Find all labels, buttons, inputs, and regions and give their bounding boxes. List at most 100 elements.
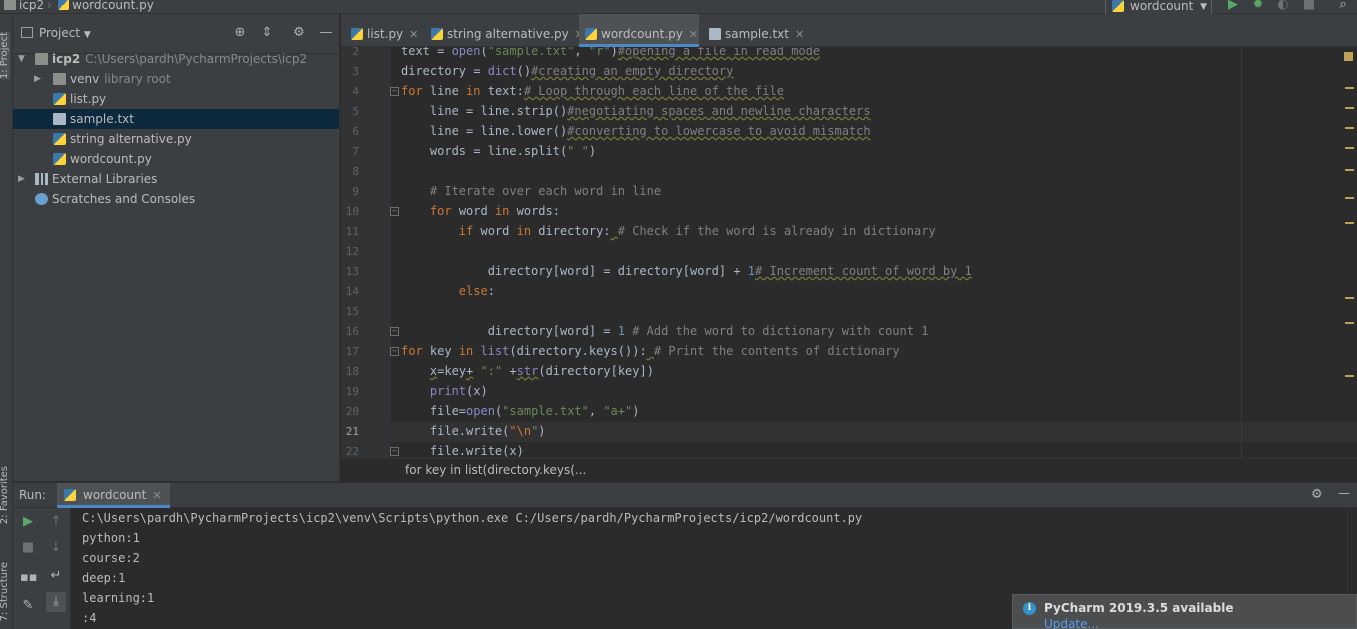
chevron-down-icon: ▼ (18, 54, 25, 64)
warning-mark[interactable] (1345, 222, 1354, 224)
collapse-all-icon[interactable]: ⇕ (259, 25, 275, 40)
console-line: :4 (82, 611, 97, 625)
warning-mark[interactable] (1345, 87, 1354, 89)
line-number: 2 (352, 47, 359, 58)
locate-icon[interactable]: ⊕ (232, 25, 248, 40)
run-configuration-select[interactable]: wordcount ▼ (1105, 0, 1212, 15)
venv-label: venv (70, 72, 100, 86)
hide-panel-icon[interactable]: — (1338, 486, 1350, 500)
fold-marker[interactable]: − (390, 347, 399, 356)
line-number: 18 (345, 365, 359, 378)
close-icon[interactable]: ✕ (409, 28, 418, 41)
tool-tab-favorites[interactable]: 2: Favorites (0, 466, 10, 524)
tree-item-external-libraries[interactable]: ▶ External Libraries (13, 169, 339, 189)
stop-icon[interactable]: ■ (20, 540, 36, 556)
navigation-bar: icp2 › wordcount.py wordcount ▼ ▶ ✹ ◐ ■ … (0, 0, 1357, 15)
warning-mark[interactable] (1345, 147, 1354, 149)
tab-list-py[interactable]: list.py ✕ (345, 14, 418, 47)
run-panel-header: Run: wordcount ✕ ⚙ — (13, 482, 1357, 508)
tab-sample-txt[interactable]: sample.txt ✕ (703, 14, 804, 47)
code-line: directory[word] = directory[word] + 1# I… (401, 264, 972, 278)
gear-icon[interactable]: ⚙ (1311, 487, 1323, 502)
breadcrumb-project[interactable]: icp2 (4, 0, 44, 12)
coverage-icon[interactable]: ◐ (1275, 0, 1291, 13)
update-link[interactable]: Update... (1044, 617, 1099, 629)
line-number: 9 (352, 185, 359, 198)
fold-marker[interactable]: − (390, 207, 399, 216)
python-file-icon (58, 0, 69, 10)
tree-item-venv[interactable]: ▶ venv library root (13, 69, 339, 89)
fold-marker[interactable]: − (390, 327, 399, 336)
run-icon[interactable]: ▶ (1225, 0, 1241, 13)
gear-icon[interactable]: ⚙ (291, 25, 307, 40)
warning-mark[interactable] (1345, 107, 1354, 109)
text-file-icon (709, 28, 721, 40)
project-view-select[interactable]: Project ▼ (39, 26, 91, 40)
tree-item-scratches[interactable]: Scratches and Consoles (13, 189, 339, 209)
close-icon[interactable]: ✕ (152, 489, 161, 502)
root-path: C:\Users\pardh\PycharmProjects\icp2 (85, 52, 308, 66)
line-number: 22 (345, 445, 359, 458)
line-number: 16 (345, 325, 359, 338)
run-tab-wordcount[interactable]: wordcount ✕ (57, 483, 170, 508)
close-icon[interactable]: ✕ (689, 28, 698, 41)
rerun-icon[interactable]: ▶ (20, 514, 36, 530)
scroll-to-end-icon[interactable]: ⤓ (46, 592, 66, 612)
warning-mark[interactable] (1345, 127, 1354, 129)
debug-icon[interactable]: ✹ (1250, 0, 1266, 13)
python-file-icon (53, 133, 66, 145)
code-editor[interactable]: 2 3 4 5 6 7 8 9 10 11 12 13 14 15 16 17 18 19 20 21 22 − − −… (341, 47, 1357, 458)
arrow-up-icon[interactable]: ↑ (48, 514, 64, 530)
tool-tab-project[interactable]: 1: Project (0, 32, 10, 80)
scratches-icon (35, 193, 48, 205)
fold-marker[interactable]: − (390, 87, 399, 96)
close-icon[interactable]: ✕ (795, 28, 804, 41)
tree-item-file-selected[interactable]: sample.txt (13, 109, 339, 129)
arrow-down-icon[interactable]: ↓ (48, 540, 64, 556)
tab-string-alternative-py[interactable]: string alternative.py✕ (425, 14, 584, 47)
hide-panel-icon[interactable]: — (318, 25, 334, 40)
tree-item-file[interactable]: list.py (13, 89, 339, 109)
line-number: 3 (352, 65, 359, 78)
run-toolbar: ▶ ■ ▪▪ ✎ ↑ ↓ ↵ ⤓ (13, 508, 71, 629)
code-line: line = line.strip()#negotiating spaces a… (401, 104, 871, 118)
search-icon[interactable]: ⌕ (1335, 0, 1351, 13)
folder-icon (53, 73, 66, 85)
console-line: learning:1 (82, 591, 155, 605)
info-icon: i (1023, 602, 1036, 615)
chevron-right-icon: ▶ (18, 174, 25, 184)
tab-wordcount-py[interactable]: wordcount.py ✕ (579, 14, 699, 47)
error-stripe[interactable] (1341, 47, 1357, 458)
line-number: 19 (345, 385, 359, 398)
soft-wrap-icon[interactable]: ↵ (48, 568, 64, 584)
code-line: # Iterate over each word in line (429, 184, 662, 198)
line-number: 5 (352, 105, 359, 118)
line-number: 11 (345, 225, 359, 238)
chevron-down-icon: ▼ (1200, 2, 1207, 12)
warning-mark[interactable] (1345, 197, 1354, 199)
warning-mark[interactable] (1345, 169, 1354, 171)
warning-mark[interactable] (1345, 375, 1354, 377)
line-number: 6 (352, 125, 359, 138)
tree-item-root[interactable]: ▼ icp2 C:\Users\pardh\PycharmProjects\icp… (13, 49, 339, 69)
warning-mark[interactable] (1345, 322, 1354, 324)
breadcrumb-file[interactable]: wordcount.py (58, 0, 154, 12)
pin-icon[interactable]: ✎ (20, 598, 36, 614)
code-line: x=key+ ":" +str(directory[key]) (429, 364, 654, 378)
warning-indicator-icon[interactable] (1344, 52, 1353, 61)
breadcrumb-item[interactable]: for key in list(directory.keys(... (405, 463, 586, 477)
python-file-icon (351, 28, 363, 40)
warning-mark[interactable] (1345, 297, 1354, 299)
tree-item-file[interactable]: wordcount.py (13, 149, 339, 169)
tool-tab-structure[interactable]: 7: Structure (0, 562, 10, 621)
code-line: for line in text:# Loop through each lin… (401, 84, 784, 98)
python-file-icon (585, 28, 597, 40)
python-file-icon (64, 489, 76, 501)
tree-item-file[interactable]: string alternative.py (13, 129, 339, 149)
venv-note: library root (104, 72, 171, 86)
code-line: file.write("\n") (401, 424, 546, 438)
layout-icon[interactable]: ▪▪ (20, 570, 38, 586)
fold-marker[interactable]: − (390, 447, 399, 456)
stop-icon[interactable]: ■ (1301, 0, 1317, 13)
run-panel-label: Run: (19, 488, 47, 502)
